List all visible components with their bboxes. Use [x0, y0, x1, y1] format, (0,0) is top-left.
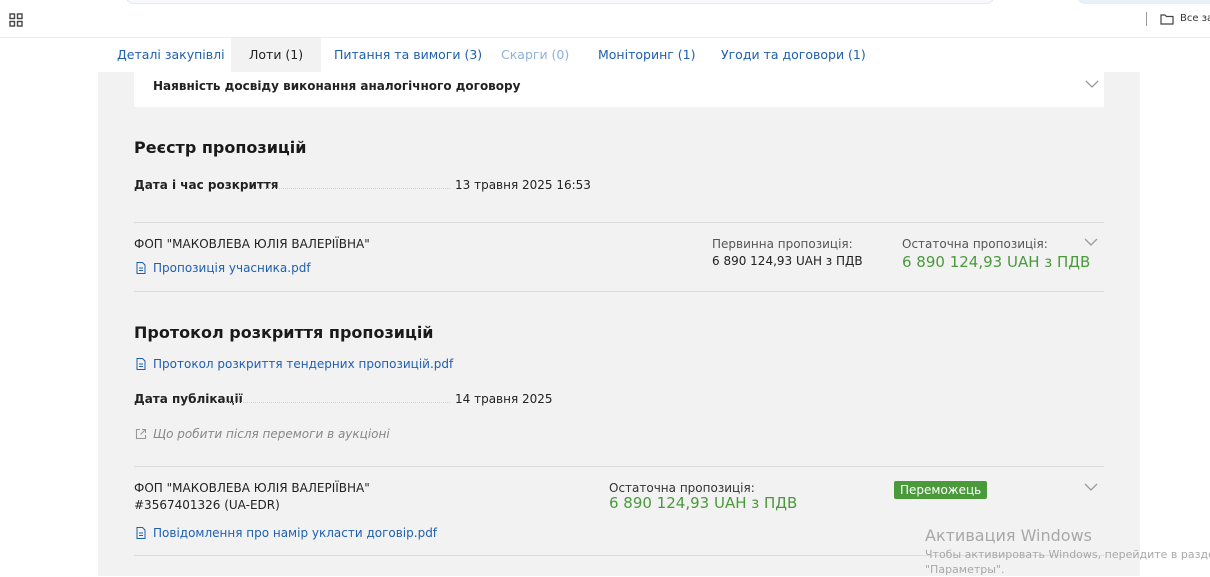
criteria-accordion[interactable]: Наявність досвіду виконання аналогічного…: [134, 72, 1104, 107]
tab-contracts[interactable]: Угоди та договори (1): [721, 38, 866, 72]
address-bar[interactable]: [125, 0, 995, 4]
tab-lots[interactable]: Лоти (1): [231, 38, 322, 72]
winner-name: ФОП "МАКОВЛЕВА ЮЛІЯ ВАЛЕРІЇВНА": [134, 481, 370, 495]
apps-grid-icon[interactable]: [9, 13, 23, 27]
bookmarks-divider: [1146, 12, 1147, 26]
tab-complaints[interactable]: Скарги (0): [501, 38, 569, 72]
dotted-leader: [258, 188, 450, 189]
windows-activation-line: Чтобы активировать Windows, перейдите в …: [925, 548, 1210, 561]
chevron-down-icon[interactable]: [1084, 238, 1098, 247]
winner-final-offer-label: Остаточна пропозиція:: [609, 481, 755, 495]
bookmarks-folder-label[interactable]: Все зак: [1180, 13, 1210, 24]
opening-date-value: 13 травня 2025 16:53: [455, 178, 591, 192]
tab-monitoring[interactable]: Моніторинг (1): [598, 38, 696, 72]
protocol-document-link[interactable]: Протокол розкриття тендерних пропозицій.…: [153, 357, 453, 371]
winner-badge: Переможець: [894, 481, 988, 499]
criteria-label: Наявність досвіду виконання аналогічного…: [153, 79, 521, 93]
windows-activation-text: Чтобы активировать Windows, перейдите в …: [925, 547, 1210, 577]
winner-edrpou: #3567401326 (UA-EDR): [134, 498, 280, 512]
divider: [134, 222, 1104, 223]
tender-tabs: Деталі закупівлі Лоти (1) Питання та вим…: [0, 38, 1210, 72]
tab-procurement-details[interactable]: Деталі закупівлі: [117, 38, 225, 72]
final-offer-value: 6 890 124,93 UAH з ПДВ: [902, 253, 1091, 271]
windows-activation-line: "Параметры".: [925, 563, 1005, 576]
protocol-title: Протокол розкриття пропозицій: [134, 323, 434, 342]
chevron-down-icon[interactable]: [1084, 483, 1098, 492]
intent-notice-document-link[interactable]: Повідомлення про намір укласти договір.p…: [153, 526, 437, 540]
document-icon: [136, 527, 146, 539]
publication-date-value: 14 травня 2025: [455, 392, 553, 406]
divider: [134, 291, 1104, 292]
bids-registry-title: Реєстр пропозицій: [134, 138, 307, 157]
dotted-leader: [224, 402, 450, 403]
chevron-down-icon[interactable]: [1085, 80, 1099, 89]
browser-bookmarks-bar: Все зак: [0, 0, 1210, 38]
winner-final-offer-value: 6 890 124,93 UAH з ПДВ: [609, 494, 798, 512]
bidder-name: ФОП "МАКОВЛЕВА ЮЛІЯ ВАЛЕРІЇВНА": [134, 237, 370, 251]
tab-questions[interactable]: Питання та вимоги (3): [334, 38, 482, 72]
initial-offer-label: Первинна пропозиція:: [712, 237, 853, 251]
bid-document-link[interactable]: Пропозиція учасника.pdf: [153, 261, 311, 275]
divider: [134, 466, 1104, 467]
opening-date-label: Дата і час розкриття: [134, 178, 279, 192]
lot-content-panel: Наявність досвіду виконання аналогічного…: [98, 72, 1140, 576]
after-auction-hint-link[interactable]: Що робити після перемоги в аукціоні: [153, 427, 390, 441]
external-link-icon: [135, 428, 147, 440]
windows-activation-title: Активация Windows: [925, 526, 1092, 545]
folder-icon[interactable]: [1160, 13, 1174, 25]
document-icon: [136, 262, 146, 274]
toolbar-pill[interactable]: [1076, 0, 1210, 4]
initial-offer-value: 6 890 124,93 UAH з ПДВ: [712, 254, 863, 268]
publication-date-label: Дата публікації: [134, 392, 243, 406]
final-offer-label: Остаточна пропозиція:: [902, 237, 1048, 251]
document-icon: [136, 358, 146, 370]
